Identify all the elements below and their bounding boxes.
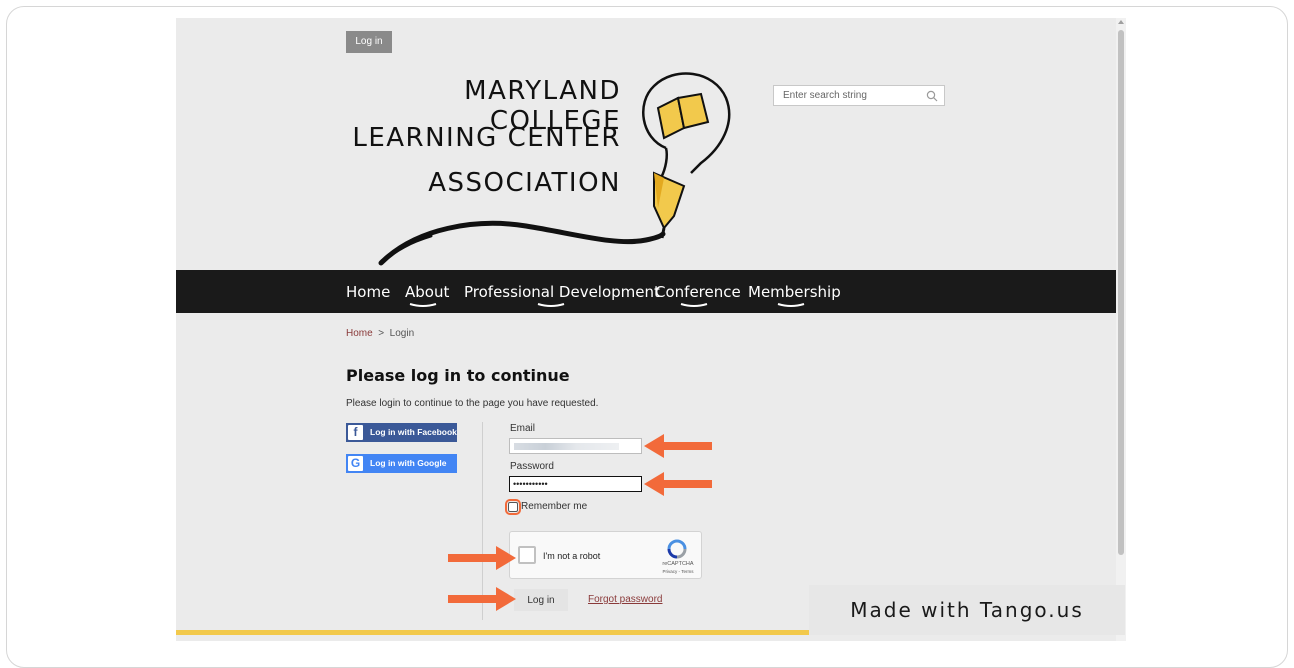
breadcrumb-current: Login bbox=[389, 328, 415, 339]
page-scrollbar[interactable] bbox=[1116, 18, 1126, 641]
lightbulb-pencil-icon bbox=[378, 72, 731, 266]
site-logo[interactable]: MARYLAND COLLEGE LEARNING CENTER ASSOCIA… bbox=[336, 68, 736, 268]
nav-membership[interactable]: Membership bbox=[748, 283, 841, 301]
recaptcha-brand: reCAPTCHA bbox=[662, 561, 694, 567]
nav-conference[interactable]: Conference bbox=[655, 283, 741, 301]
nav-membership-swoosh-icon bbox=[777, 303, 805, 307]
search-box[interactable] bbox=[773, 85, 945, 106]
nav-home[interactable]: Home bbox=[346, 283, 390, 301]
header-login-button[interactable]: Log in bbox=[346, 31, 392, 53]
nav-prodev-swoosh-icon bbox=[537, 303, 565, 307]
search-input[interactable] bbox=[774, 86, 928, 105]
facebook-icon: f bbox=[348, 425, 363, 440]
email-field[interactable] bbox=[509, 438, 642, 454]
main-nav: Home About Professional Development Conf… bbox=[176, 270, 1116, 313]
scroll-up-icon[interactable] bbox=[1118, 20, 1124, 24]
arrow-right-login-icon bbox=[448, 587, 516, 611]
page-title: Please log in to continue bbox=[346, 366, 570, 385]
recaptcha-logo-icon bbox=[667, 539, 687, 559]
breadcrumb: Home > Login bbox=[346, 328, 414, 339]
submit-login-button[interactable]: Log in bbox=[514, 589, 568, 611]
google-login-button[interactable]: G Log in with Google bbox=[346, 454, 457, 473]
search-icon[interactable] bbox=[926, 90, 938, 102]
password-field[interactable]: ••••••••••• bbox=[509, 476, 642, 492]
page-subtext: Please login to continue to the page you… bbox=[346, 398, 599, 409]
recaptcha-checkbox[interactable] bbox=[518, 546, 536, 564]
facebook-login-label: Log in with Facebook bbox=[370, 427, 457, 437]
nav-about-swoosh-icon bbox=[409, 303, 437, 307]
arrow-left-email-icon bbox=[644, 434, 712, 458]
nav-conference-swoosh-icon bbox=[680, 303, 708, 307]
remember-me-label[interactable]: Remember me bbox=[521, 501, 587, 512]
breadcrumb-separator: > bbox=[378, 328, 385, 339]
password-label: Password bbox=[510, 461, 554, 472]
forgot-password-link[interactable]: Forgot password bbox=[588, 594, 662, 605]
password-value: ••••••••••• bbox=[513, 479, 548, 489]
recaptcha-privacy-terms[interactable]: Privacy - Terms bbox=[656, 569, 700, 574]
website-viewport: Log in MARYLAND COLLEGE LEARNING CENTER … bbox=[176, 18, 1116, 641]
arrow-right-captcha-icon bbox=[448, 546, 516, 570]
recaptcha-widget: I'm not a robot reCAPTCHA Privacy - Term… bbox=[509, 531, 702, 579]
arrow-left-password-icon bbox=[644, 472, 712, 496]
nav-about[interactable]: About bbox=[405, 283, 449, 301]
recaptcha-label: I'm not a robot bbox=[543, 551, 601, 561]
remember-me-checkbox[interactable] bbox=[505, 499, 521, 515]
email-value-redacted bbox=[514, 443, 619, 450]
scrollbar-thumb[interactable] bbox=[1118, 30, 1124, 555]
email-label: Email bbox=[510, 423, 536, 434]
nav-professional-development[interactable]: Professional Development bbox=[464, 283, 660, 301]
facebook-login-button[interactable]: f Log in with Facebook bbox=[346, 423, 457, 442]
tango-watermark: Made with Tango.us bbox=[809, 585, 1125, 635]
breadcrumb-home[interactable]: Home bbox=[346, 328, 373, 339]
google-login-label: Log in with Google bbox=[370, 458, 447, 468]
google-icon: G bbox=[348, 456, 363, 471]
